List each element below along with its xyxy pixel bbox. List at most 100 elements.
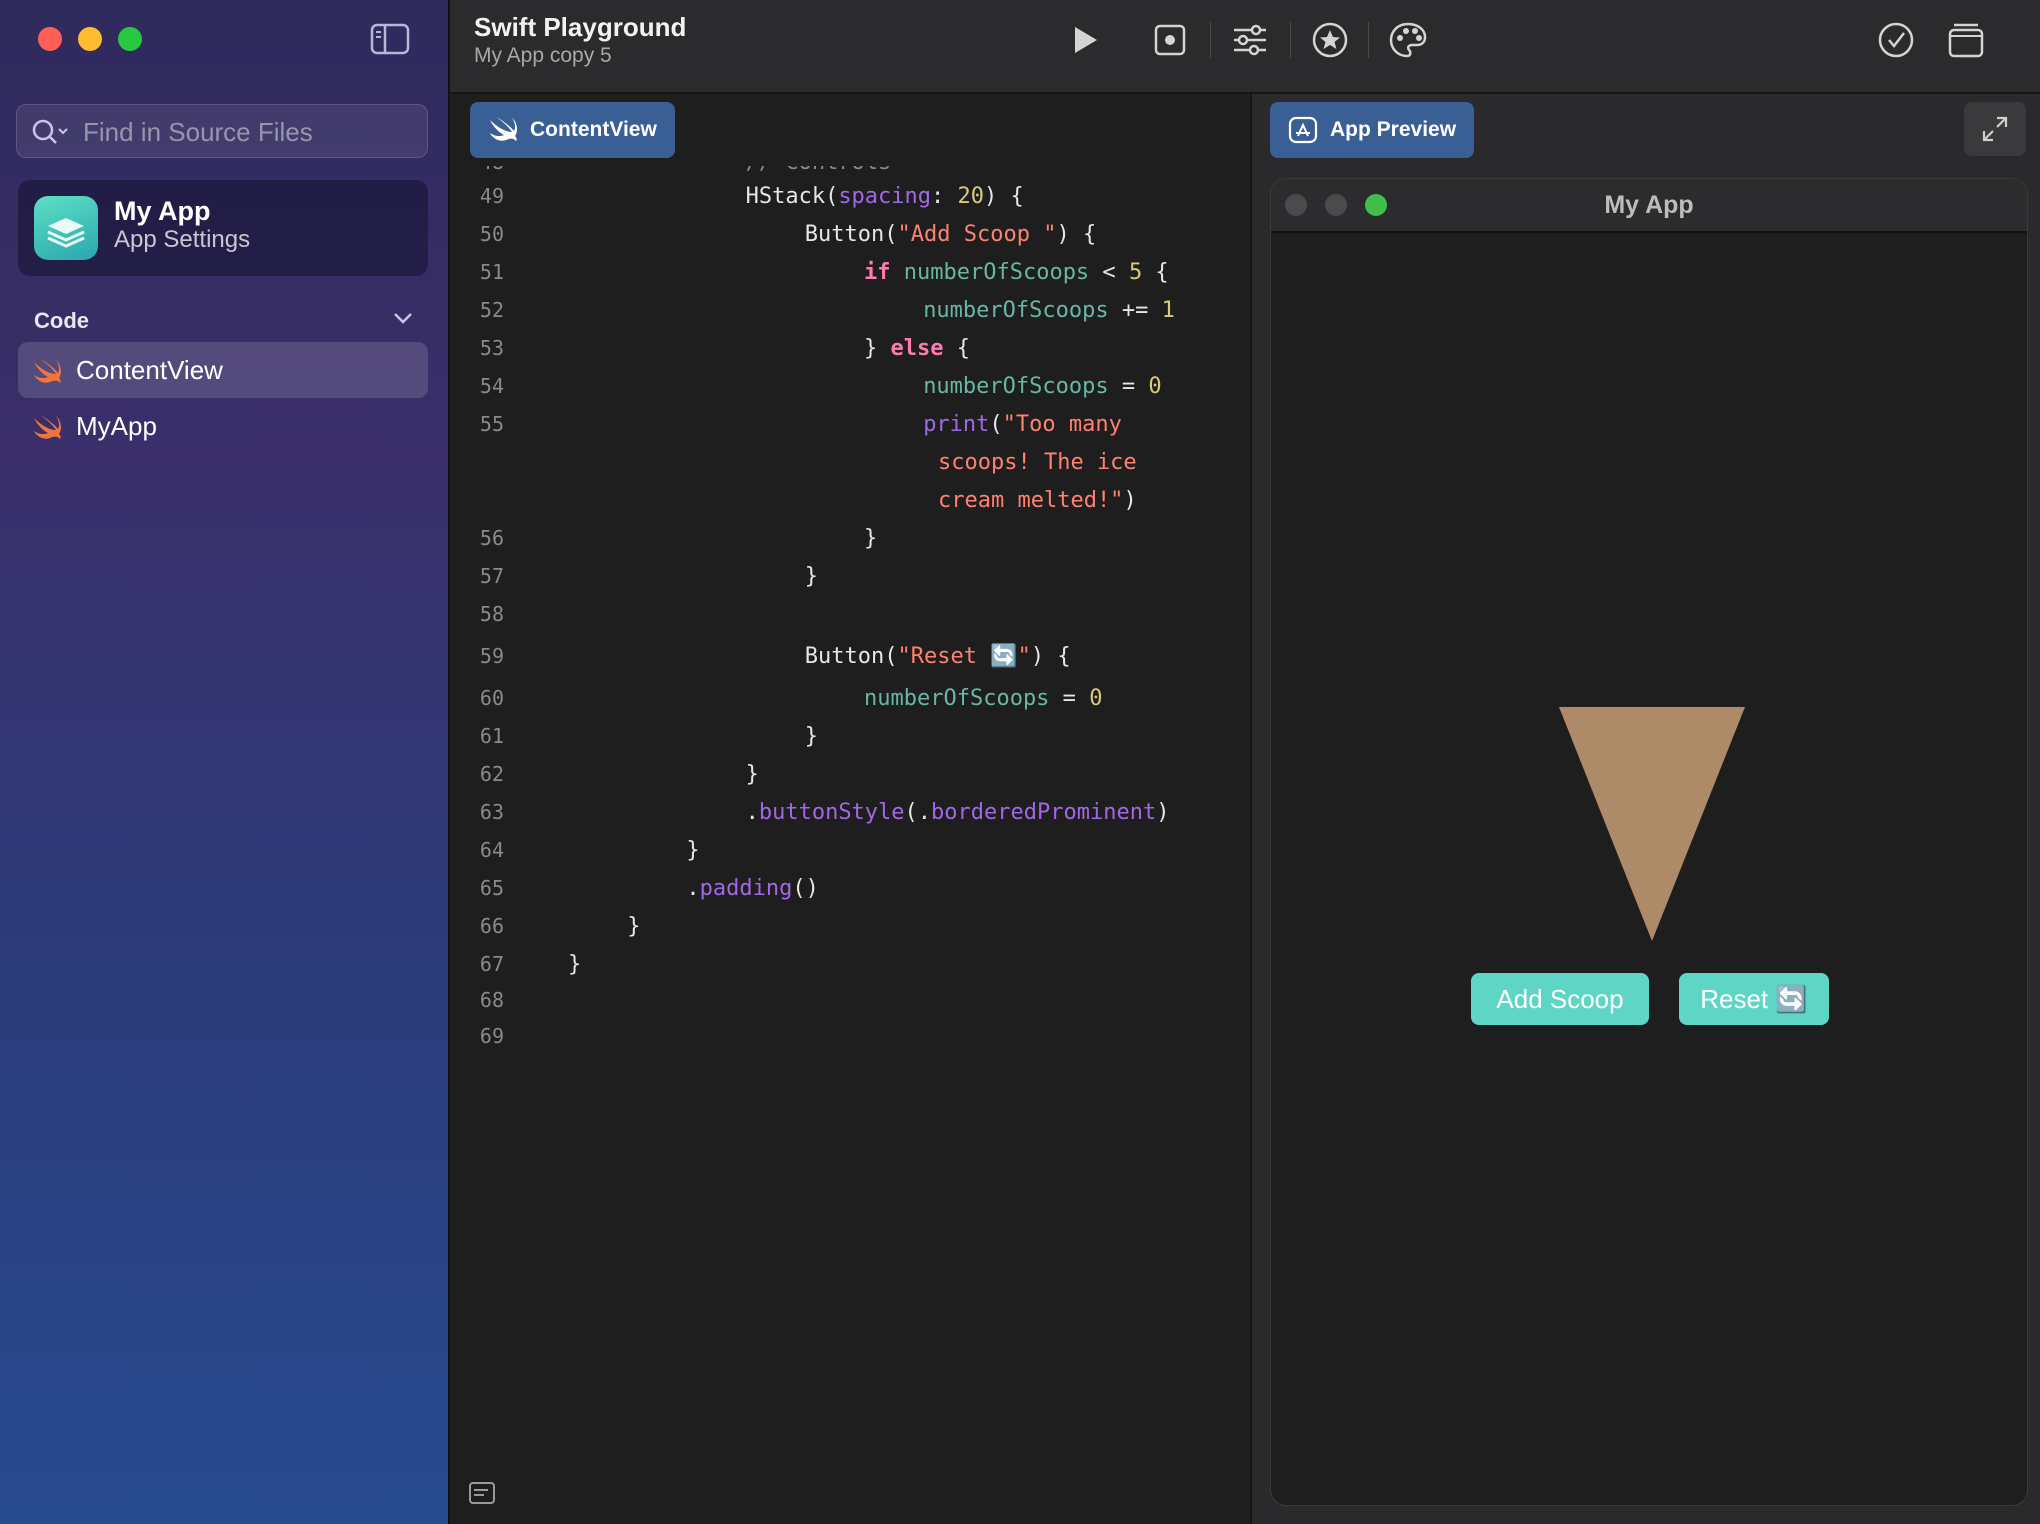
code-token: spacing bbox=[838, 184, 932, 209]
line-number: 59 bbox=[479, 644, 504, 668]
line-number: 65 bbox=[479, 876, 504, 900]
palette-icon[interactable] bbox=[1386, 18, 1430, 62]
line-number: 60 bbox=[479, 686, 504, 710]
star-icon[interactable] bbox=[1308, 18, 1352, 62]
code-editor[interactable]: ContentView 48 // Controls 49 HStack(spacin… bbox=[450, 94, 1248, 1524]
code-text: } bbox=[805, 564, 818, 589]
line-number: 66 bbox=[479, 914, 504, 938]
app-name: My App bbox=[114, 196, 211, 226]
play-icon[interactable] bbox=[1062, 18, 1106, 62]
line-number: 61 bbox=[479, 724, 504, 748]
tab-contentview[interactable]: ContentView bbox=[470, 102, 675, 158]
code-text: if numberOfScoops < 5 { bbox=[864, 260, 1169, 285]
code-token: "Too many bbox=[1002, 412, 1122, 437]
sidebar-item-label: ContentView bbox=[76, 355, 223, 385]
console-icon[interactable] bbox=[468, 1481, 496, 1510]
swift-icon bbox=[490, 117, 517, 141]
app-store-icon bbox=[1288, 116, 1318, 144]
sidebar: My App App Settings Code ContentView MyA… bbox=[0, 0, 450, 1524]
code-text: } bbox=[568, 952, 581, 977]
line-number: 57 bbox=[479, 564, 504, 588]
preview-pane: App Preview My App Add Scoop Reset 🔄 bbox=[1250, 94, 2040, 1524]
code-text: numberOfScoops += 1 bbox=[923, 298, 1175, 323]
reset-button[interactable]: Reset 🔄 bbox=[1679, 973, 1829, 1025]
code-token: : bbox=[931, 184, 958, 209]
add-scoop-button[interactable]: Add Scoop bbox=[1471, 973, 1649, 1025]
line-number: 50 bbox=[479, 222, 504, 246]
line-number: 63 bbox=[479, 800, 504, 824]
code-text: Button("Add Scoop ") { bbox=[805, 222, 1096, 247]
sidebar-item-contentview[interactable]: ContentView bbox=[18, 342, 428, 398]
app-window-titlebar: My App bbox=[1271, 179, 2027, 233]
code-token: if bbox=[864, 260, 891, 285]
code-token: } bbox=[804, 564, 819, 589]
line-number: 67 bbox=[479, 952, 504, 976]
toolbar-divider bbox=[1368, 22, 1369, 58]
line-number: 64 bbox=[479, 838, 504, 862]
code-token: numberOfScoops bbox=[864, 686, 1050, 711]
toolbar-divider bbox=[1290, 22, 1291, 58]
line-number: 51 bbox=[479, 260, 504, 284]
code-token: numberOfScoops bbox=[923, 298, 1109, 323]
search-input[interactable] bbox=[81, 113, 415, 151]
close-window-button[interactable] bbox=[38, 27, 62, 51]
code-token: // Controls bbox=[746, 166, 892, 175]
code-token: () bbox=[792, 876, 819, 901]
code-token: = bbox=[1049, 686, 1090, 711]
code-text: Button("Reset 🔄") { bbox=[805, 644, 1071, 669]
app-icon bbox=[34, 196, 98, 260]
code-text: } else { bbox=[864, 336, 970, 361]
code-token: 0 bbox=[1148, 374, 1162, 399]
code-token: buttonStyle bbox=[758, 800, 905, 825]
code-token: { bbox=[943, 336, 970, 361]
code-token: else bbox=[890, 336, 944, 361]
code-token: ) { bbox=[984, 184, 1024, 209]
app-window-title: My App bbox=[1604, 191, 1694, 219]
line-number: 56 bbox=[479, 526, 504, 550]
code-token: ) bbox=[1123, 488, 1137, 513]
tab-app-preview[interactable]: App Preview bbox=[1270, 102, 1475, 158]
code-token: cream melted!" bbox=[938, 488, 1124, 513]
line-number: 55 bbox=[479, 412, 504, 436]
code-text: .buttonStyle(.borderedProminent) bbox=[746, 800, 1170, 825]
code-token: Button( bbox=[804, 644, 898, 669]
code-area[interactable]: 48// Controls49HStack(spacing: 20) {50Bu… bbox=[450, 166, 1248, 1486]
code-text: numberOfScoops = 0 bbox=[864, 686, 1102, 711]
stop-icon[interactable] bbox=[1148, 18, 1192, 62]
code-token: padding bbox=[699, 876, 793, 901]
chevron-down-icon[interactable] bbox=[392, 310, 414, 331]
code-text: } bbox=[864, 526, 877, 551]
toolbar: Swift Playground My App copy 5 bbox=[450, 0, 2040, 94]
line-number: 68 bbox=[479, 988, 504, 1012]
zoom-window-button[interactable] bbox=[118, 27, 142, 51]
checkmark-icon[interactable] bbox=[1874, 18, 1918, 62]
code-text: } bbox=[686, 838, 699, 863]
line-number: 62 bbox=[479, 762, 504, 786]
swift-icon bbox=[34, 415, 61, 439]
search-field[interactable] bbox=[16, 104, 428, 158]
code-token: } bbox=[686, 838, 700, 863]
code-token: . bbox=[686, 876, 700, 901]
expand-button[interactable] bbox=[1964, 102, 2026, 156]
minimize-window-button[interactable] bbox=[78, 27, 102, 51]
sliders-icon[interactable] bbox=[1228, 18, 1272, 62]
window-title: Swift Playground bbox=[474, 12, 687, 42]
ice-cream-cone bbox=[1559, 707, 1745, 941]
code-token: ) bbox=[1156, 800, 1170, 825]
code-token: { bbox=[1142, 260, 1169, 285]
code-token: Button( bbox=[804, 222, 898, 247]
code-token: (. bbox=[904, 800, 932, 825]
app-settings-card[interactable]: My App App Settings bbox=[18, 180, 428, 276]
code-text: print("Too many bbox=[923, 412, 1122, 437]
sidebar-toggle-icon[interactable] bbox=[370, 22, 410, 56]
windows-icon[interactable] bbox=[1944, 18, 1988, 62]
code-token: } bbox=[568, 952, 582, 977]
code-token: 5 bbox=[1128, 260, 1143, 285]
code-token: } bbox=[864, 336, 891, 361]
sidebar-item-myapp[interactable]: MyApp bbox=[18, 398, 428, 454]
code-token: = bbox=[1108, 374, 1149, 399]
swift-icon bbox=[34, 359, 61, 383]
code-token: ) { bbox=[1030, 644, 1071, 669]
code-text: HStack(spacing: 20) { bbox=[746, 184, 1024, 209]
